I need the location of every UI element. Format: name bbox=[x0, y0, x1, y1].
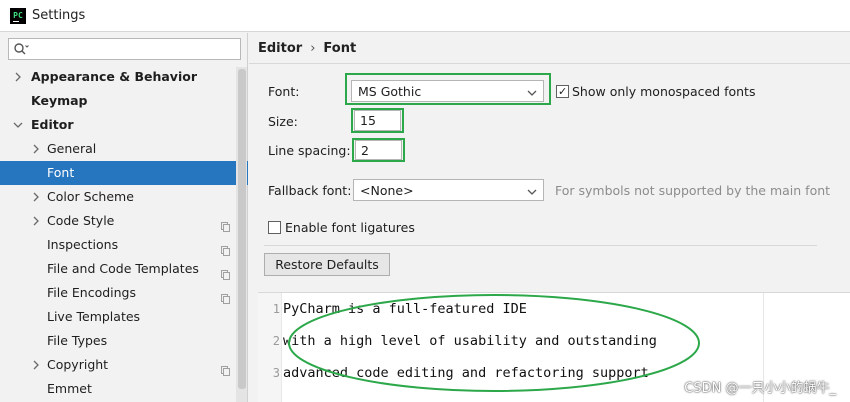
chevron-right-icon[interactable] bbox=[31, 144, 41, 154]
font-select-value: MS Gothic bbox=[358, 83, 422, 99]
chevron-right-icon[interactable] bbox=[31, 216, 41, 226]
checkmark-icon: ✓ bbox=[558, 85, 568, 98]
title-bar: PC Settings bbox=[0, 0, 850, 32]
settings-sidebar: Appearance & Behavior Keymap Editor General… bbox=[0, 33, 248, 402]
search-icon bbox=[13, 42, 29, 56]
size-input[interactable]: 15 bbox=[354, 110, 401, 131]
window-title: Settings bbox=[32, 8, 86, 23]
sidebar-item-color-scheme[interactable]: Color Scheme bbox=[0, 185, 248, 209]
fallback-font-label: Fallback font: bbox=[268, 183, 352, 198]
copy-icon bbox=[221, 264, 230, 280]
sidebar-item-label: Live Templates bbox=[47, 309, 141, 324]
font-settings-panel: Editor › Font Font: MS Gothic ✓ Show onl… bbox=[249, 33, 850, 402]
sidebar-item-code-style[interactable]: Code Style bbox=[0, 209, 248, 233]
font-ligatures-checkbox[interactable] bbox=[268, 221, 281, 234]
sidebar-item-label: General bbox=[47, 141, 97, 156]
sidebar-item-label: Copyright bbox=[47, 357, 109, 372]
chevron-right-icon[interactable] bbox=[31, 360, 41, 370]
breadcrumb-current: Font bbox=[323, 41, 357, 56]
sidebar-item-general[interactable]: General bbox=[0, 137, 248, 161]
sidebar-item-label: File Encodings bbox=[47, 285, 137, 300]
sidebar-item-copyright[interactable]: Copyright bbox=[0, 353, 248, 377]
sidebar-item-emmet[interactable]: Emmet bbox=[0, 377, 248, 401]
sidebar-item-live-templates[interactable]: Live Templates bbox=[0, 305, 248, 329]
sidebar-scrollbar-thumb[interactable] bbox=[238, 69, 246, 389]
sidebar-item-label: Code Style bbox=[47, 213, 115, 228]
settings-tree: Appearance & Behavior Keymap Editor General… bbox=[0, 65, 248, 401]
sidebar-item-label: Color Scheme bbox=[47, 189, 134, 204]
copy-icon bbox=[221, 240, 230, 256]
font-ligatures-label[interactable]: Enable font ligatures bbox=[285, 220, 415, 235]
font-select[interactable]: MS Gothic bbox=[351, 80, 544, 102]
chevron-down-icon bbox=[527, 86, 537, 96]
sidebar-item-appearance-behavior[interactable]: Appearance & Behavior bbox=[0, 65, 248, 89]
sidebar-item-file-types[interactable]: File Types bbox=[0, 329, 248, 353]
sidebar-item-keymap[interactable]: Keymap bbox=[0, 89, 248, 113]
sidebar-item-file-and-code-templates[interactable]: File and Code Templates bbox=[0, 257, 248, 281]
size-label: Size: bbox=[268, 114, 298, 129]
copy-icon bbox=[221, 360, 230, 376]
chevron-right-icon[interactable] bbox=[31, 192, 41, 202]
size-input-value: 15 bbox=[360, 113, 376, 128]
breadcrumb: Editor › Font bbox=[258, 41, 356, 56]
copy-icon bbox=[221, 216, 230, 232]
sidebar-item-label: Appearance & Behavior bbox=[31, 69, 197, 84]
sidebar-item-label: Editor bbox=[31, 117, 74, 132]
options-divider bbox=[264, 245, 817, 246]
breadcrumb-parent[interactable]: Editor bbox=[258, 41, 302, 56]
sidebar-item-label: Font bbox=[47, 165, 75, 180]
csdn-watermark: CSDN @一只小小的蜗牛_ bbox=[684, 381, 836, 396]
font-label: Font: bbox=[268, 84, 300, 99]
restore-defaults-button[interactable]: Restore Defaults bbox=[264, 253, 390, 276]
chevron-right-icon[interactable] bbox=[13, 72, 23, 82]
sidebar-item-label: File and Code Templates bbox=[47, 261, 199, 276]
line-spacing-input-value: 2 bbox=[361, 142, 369, 158]
line-spacing-input[interactable]: 2 bbox=[355, 140, 402, 160]
fallback-font-select[interactable]: <None> bbox=[353, 179, 544, 201]
sidebar-item-label: Inspections bbox=[47, 237, 119, 252]
sidebar-item-label: File Types bbox=[47, 333, 108, 348]
header-divider bbox=[249, 63, 850, 64]
chevron-down-icon[interactable] bbox=[13, 120, 23, 130]
sidebar-item-inspections[interactable]: Inspections bbox=[0, 233, 248, 257]
show-monospaced-label[interactable]: Show only monospaced fonts bbox=[572, 84, 755, 99]
settings-search-input[interactable] bbox=[8, 38, 241, 60]
sidebar-item-label: Keymap bbox=[31, 93, 88, 108]
copy-icon bbox=[221, 288, 230, 304]
show-monospaced-checkbox[interactable]: ✓ bbox=[556, 85, 569, 98]
line-spacing-label: Line spacing: bbox=[268, 143, 351, 158]
breadcrumb-separator: › bbox=[310, 41, 316, 56]
sidebar-item-label: Emmet bbox=[47, 381, 92, 396]
fallback-font-hint: For symbols not supported by the main fo… bbox=[555, 183, 831, 198]
pycharm-icon: PC bbox=[10, 7, 26, 24]
font-preview-editor[interactable]: 1 PyCharm is a full-featured IDE 2 with a h… bbox=[258, 292, 850, 402]
sidebar-item-editor[interactable]: Editor bbox=[0, 113, 248, 137]
sidebar-item-file-encodings[interactable]: File Encodings bbox=[0, 281, 248, 305]
chevron-down-icon bbox=[527, 185, 537, 195]
sidebar-item-font[interactable]: Font bbox=[0, 161, 248, 185]
fallback-font-value: <None> bbox=[360, 182, 414, 198]
